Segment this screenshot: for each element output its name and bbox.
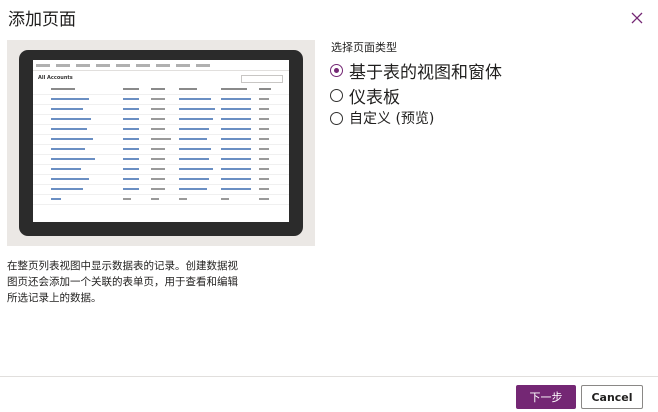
preview-screen: All Accounts: [33, 60, 289, 222]
preview-grid-row: [33, 105, 289, 115]
preview-search-box: [241, 75, 283, 83]
preview-grid-header: [33, 85, 289, 95]
preview-toolbar: [33, 60, 289, 71]
preview-grid-row: [33, 185, 289, 195]
preview-grid-row: [33, 175, 289, 185]
close-icon[interactable]: [630, 10, 644, 24]
preview-grid-row: [33, 145, 289, 155]
option-dashboard[interactable]: 仪表板: [330, 83, 400, 108]
radio-unselected[interactable]: [330, 111, 343, 125]
preview-view-title: All Accounts: [38, 75, 73, 81]
page-type-preview: All Accounts: [7, 40, 315, 246]
page-type-heading: 选择页面类型: [331, 41, 397, 54]
preview-grid-row: [33, 165, 289, 175]
preview-grid-row: [33, 135, 289, 145]
preview-header: All Accounts: [33, 71, 289, 85]
tablet-frame: All Accounts: [19, 50, 303, 236]
next-button[interactable]: 下一步: [516, 385, 576, 409]
add-page-dialog: 添加页面 All Accounts 选择页面类型 基于表的视图和窗体 仪表板 自…: [0, 0, 658, 412]
option-custom-preview[interactable]: 自定义 (预览): [330, 108, 434, 128]
footer-divider: [0, 376, 658, 377]
option-label: 仪表板: [349, 88, 400, 108]
preview-grid-row: [33, 155, 289, 165]
option-label: 基于表的视图和窗体: [349, 63, 502, 83]
preview-grid-row: [33, 95, 289, 105]
page-type-description: 在整页列表视图中显示数据表的记录。创建数据视图页还会添加一个关联的表单页，用于查…: [7, 260, 238, 304]
radio-unselected[interactable]: [330, 89, 343, 102]
dialog-title: 添加页面: [8, 10, 76, 30]
preview-grid-row: [33, 115, 289, 125]
preview-grid-row: [33, 125, 289, 135]
cancel-button[interactable]: Cancel: [581, 385, 643, 409]
option-label: 自定义 (预览): [349, 111, 435, 127]
option-table-view-form[interactable]: 基于表的视图和窗体: [330, 58, 502, 83]
radio-selected[interactable]: [330, 64, 343, 77]
preview-grid-row: [33, 195, 289, 205]
